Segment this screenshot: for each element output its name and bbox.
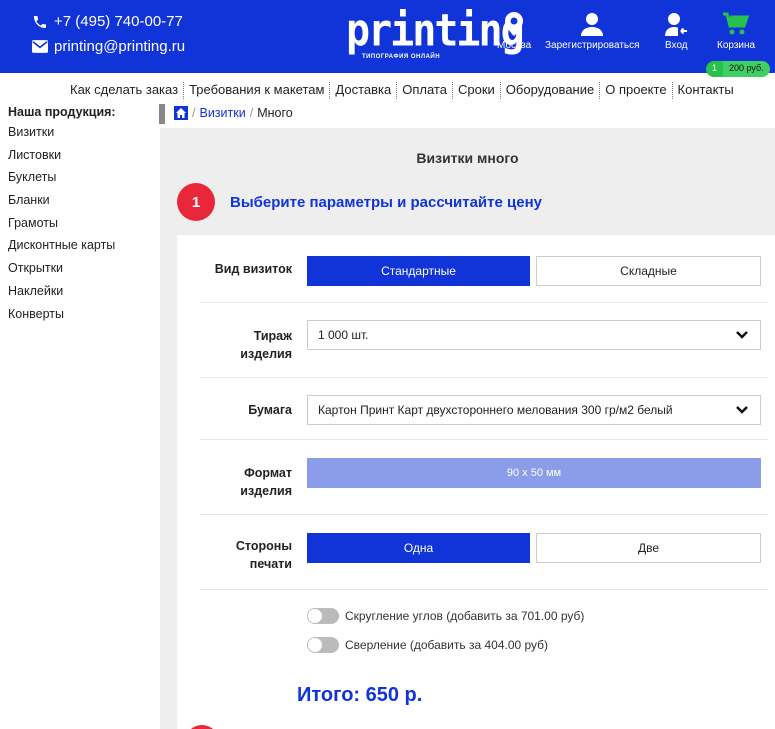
rounding-toggle[interactable] [307,608,339,624]
menu-delivery[interactable]: Доставка [330,82,396,99]
menu-about[interactable]: О проекте [600,82,671,99]
paper-label: Бумага [248,403,292,417]
sides-label: Стороны печати [200,537,292,573]
quantity-value: 1 000 шт. [318,328,369,342]
nav-label-city: Москва [497,40,532,51]
toggle-knob [308,609,322,623]
menu-terms[interactable]: Сроки [453,82,500,99]
chevron-down-icon [736,404,748,418]
menu-layout-requirements[interactable]: Требования к макетам [184,82,329,99]
type-standard-button[interactable]: Стандартные [307,256,530,286]
menu-how-to-order[interactable]: Как сделать заказ [65,82,183,99]
breadcrumb-marker [159,104,165,124]
login-button[interactable]: Вход [665,12,688,51]
page-title: Визитки много [416,150,519,166]
login-icon [665,12,688,40]
paper-row: Бумага Картон Принт Карт двухстороннего … [200,378,768,440]
sidebar-item-envelopes[interactable]: Конверты [8,307,158,330]
email-address: printing@printing.ru [54,38,186,55]
breadcrumb-current: Много [257,106,293,120]
sides-label-line1: Стороны [235,539,292,553]
type-label: Вид визиток [214,262,292,276]
type-row: Вид визиток Стандартные Складные [200,235,768,303]
mail-icon [32,40,48,53]
cart-icon [723,12,750,40]
menu-equipment[interactable]: Оборудование [501,82,599,99]
sides-row: Стороны печати Одна Две [200,515,768,590]
quantity-label-line1: Тираж [253,329,292,343]
drilling-label: Сверление (добавить за 404.00 руб) [345,638,549,652]
cart-count: 1 [706,61,724,77]
rounding-label: Скругление углов (добавить за 701.00 руб… [345,609,585,623]
sidebar-item-stickers[interactable]: Наклейки [8,284,158,307]
menu-payment[interactable]: Оплата [397,82,452,99]
site-header: +7 (495) 740-00-77 printing@printing.ru … [0,0,775,77]
logo-word: printing [346,5,525,57]
nav-label-register: Зарегистрироваться [545,40,640,51]
sides-one-button[interactable]: Одна [307,533,530,563]
sidebar-item-booklets[interactable]: Буклеты [8,170,158,193]
site-logo[interactable]: printing ТИПОГРАФИЯ ОНЛАЙН [346,5,525,64]
step-number-badge: 1 [177,183,215,221]
step-title: Выберите параметры и рассчитайте цену [230,194,542,211]
quantity-label: Тираж изделия [200,327,292,363]
sides-two-button[interactable]: Две [536,533,761,563]
breadcrumb: / Визитки / Много [174,106,293,120]
paper-value: Картон Принт Карт двухстороннего мелован… [318,403,673,417]
phone-contact[interactable]: +7 (495) 740-00-77 [32,13,183,30]
nav-label-cart: Корзина [717,40,756,51]
format-label-line1: Формат [244,466,292,480]
toggle-knob [308,638,322,652]
quantity-select[interactable]: 1 000 шт. [307,320,761,350]
cart-sum: 200 руб. [723,61,770,77]
phone-number: +7 (495) 740-00-77 [54,13,183,30]
breadcrumb-link-business-cards[interactable]: Визитки [199,106,245,120]
top-menu: Как сделать заказ Требования к макетам Д… [65,82,739,99]
city-select-button[interactable]: Москва [497,12,531,51]
phone-icon [32,14,48,30]
drilling-toggle[interactable] [307,637,339,653]
quantity-label-line2: изделия [240,347,292,361]
format-label-line2: изделия [240,484,292,498]
sidebar-item-certificates[interactable]: Грамоты [8,216,158,239]
sides-label-line2: печати [249,557,292,571]
location-pin-icon [505,12,524,40]
cart-button[interactable]: Корзина [717,12,755,51]
sidebar-item-business-cards[interactable]: Визитки [8,125,158,148]
chevron-down-icon [736,329,748,343]
type-folded-button[interactable]: Складные [536,256,761,286]
home-icon[interactable] [174,106,188,120]
nav-label-login: Вход [665,40,688,51]
rounding-option[interactable]: Скругление углов (добавить за 701.00 руб… [307,608,584,624]
cart-badge[interactable]: 1 200 руб. [706,61,770,77]
total-price: Итого: 650 р. [297,684,423,706]
breadcrumb-separator: / [249,106,254,120]
format-value: 90 x 50 мм [307,458,761,488]
format-row: Формат изделия 90 x 50 мм [200,440,768,515]
params-card: Вид визиток Стандартные Складные Тираж и… [177,235,775,729]
quantity-row: Тираж изделия 1 000 шт. [200,303,768,378]
paper-select[interactable]: Картон Принт Карт двухстороннего мелован… [307,395,761,425]
sidebar-item-discount-cards[interactable]: Дисконтные карты [8,238,158,261]
products-sidebar: Наша продукция: Визитки Листовки Буклеты… [8,105,158,329]
register-button[interactable]: Зарегистрироваться [545,12,640,51]
sidebar-item-postcards[interactable]: Открытки [8,261,158,284]
sidebar-title: Наша продукция: [8,105,116,119]
menu-contacts[interactable]: Контакты [673,82,739,99]
format-label: Формат изделия [200,464,292,500]
email-contact[interactable]: printing@printing.ru [32,38,185,55]
breadcrumb-separator: / [192,106,196,120]
user-icon [581,12,604,40]
calculator-panel: Визитки много 1 Выберите параметры и рас… [160,128,775,729]
sidebar-item-leaflets[interactable]: Листовки [8,148,158,171]
sidebar-item-forms[interactable]: Бланки [8,193,158,216]
drilling-option[interactable]: Сверление (добавить за 404.00 руб) [307,637,548,653]
